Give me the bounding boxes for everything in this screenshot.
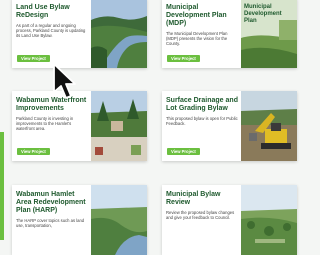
card-title[interactable]: Wabamun Hamlet Area Redevelopment Plan (… [16,191,88,215]
view-project-button[interactable]: View Project [17,148,50,155]
card-text: Wabamun Waterfront Improvements Parkland… [16,97,88,132]
card-title[interactable]: Municipal Bylaw Review [166,191,238,207]
mouse-pointer-icon [53,63,76,99]
card-image-mdp-cover[interactable]: Municipal Development Plan [241,0,297,68]
project-card-wabamun-waterfront[interactable]: Wabamun Waterfront Improvements Parkland… [12,91,147,161]
card-text: Land Use Bylaw ReDesign As part of a reg… [16,4,88,39]
project-card-surface-drainage[interactable]: Surface Drainage and Lot Grading Bylaw T… [162,91,297,161]
view-project-button[interactable]: View Project [167,55,200,62]
project-card-wabamun-harp[interactable]: Wabamun Hamlet Area Redevelopment Plan (… [12,185,147,255]
card-description: The Municipal Development Plan (MDP) pre… [166,31,228,47]
card-text: Municipal Bylaw Review Review the propos… [166,191,238,220]
card-image-excavator[interactable] [241,91,297,161]
card-title[interactable]: Surface Drainage and Lot Grading Bylaw [166,97,238,113]
project-card-municipal-development-plan[interactable]: Municipal Development Plan (MDP) The Mun… [162,0,297,68]
card-text: Municipal Development Plan (MDP) The Mun… [166,4,238,47]
accent-line [0,132,4,240]
card-image-forest-aerial[interactable] [241,185,297,255]
card-description: Review the proposed bylaw changes and gi… [166,210,235,221]
card-description: As part of a regular and ongoing process… [16,23,86,39]
project-card-municipal-bylaw-review[interactable]: Municipal Bylaw Review Review the propos… [162,185,297,255]
card-description: The HARP cover topics such as land use, … [16,218,85,229]
card-text: Surface Drainage and Lot Grading Bylaw T… [166,97,238,126]
view-project-button[interactable]: View Project [17,55,50,62]
card-image-lake-aerial[interactable] [91,185,147,255]
card-title[interactable]: Land Use Bylaw ReDesign [16,4,88,20]
card-image-caption: Municipal Development Plan [244,4,282,24]
project-card-land-use-bylaw[interactable]: Land Use Bylaw ReDesign As part of a reg… [12,0,147,68]
view-project-button[interactable]: View Project [167,148,200,155]
card-image-river[interactable] [91,0,147,68]
card-description: Parkland County is investing in improvem… [16,116,74,132]
card-title[interactable]: Municipal Development Plan (MDP) [166,4,238,28]
card-image-waterfront[interactable] [91,91,147,161]
card-description: This proposed bylaw is open for Public F… [166,116,238,127]
card-text: Wabamun Hamlet Area Redevelopment Plan (… [16,191,88,228]
